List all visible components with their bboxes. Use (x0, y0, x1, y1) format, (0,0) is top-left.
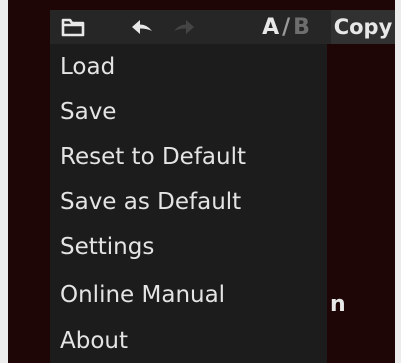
undo-arrow-icon (132, 20, 152, 34)
redo-arrow-icon (174, 20, 194, 34)
menu-item-save[interactable]: Save (60, 91, 320, 133)
window-frame-left (0, 0, 8, 363)
ab-separator: / (282, 14, 291, 40)
ab-label-a: A (262, 14, 280, 40)
ab-compare-button[interactable]: A / B (246, 10, 326, 44)
menu-item-reset-to-default[interactable]: Reset to Default (60, 136, 320, 178)
window-frame-right (395, 0, 401, 363)
menu-item-online-manual[interactable]: Online Manual (60, 274, 320, 316)
menu-item-settings[interactable]: Settings (60, 226, 320, 268)
redo-button[interactable] (164, 10, 204, 44)
undo-button[interactable] (122, 10, 162, 44)
dropdown-menu: Load Save Reset to Default Save as Defau… (50, 44, 327, 363)
toolbar: A / B Copy (50, 10, 395, 44)
menu-item-load[interactable]: Load (60, 46, 320, 88)
copy-button[interactable]: Copy (331, 10, 395, 44)
background-text: n (330, 292, 346, 317)
menu-item-about[interactable]: About (60, 320, 320, 362)
folder-icon (61, 18, 85, 37)
ab-label-b: B (293, 14, 310, 40)
folder-button[interactable] (54, 10, 92, 44)
menu-item-save-as-default[interactable]: Save as Default (60, 181, 320, 223)
